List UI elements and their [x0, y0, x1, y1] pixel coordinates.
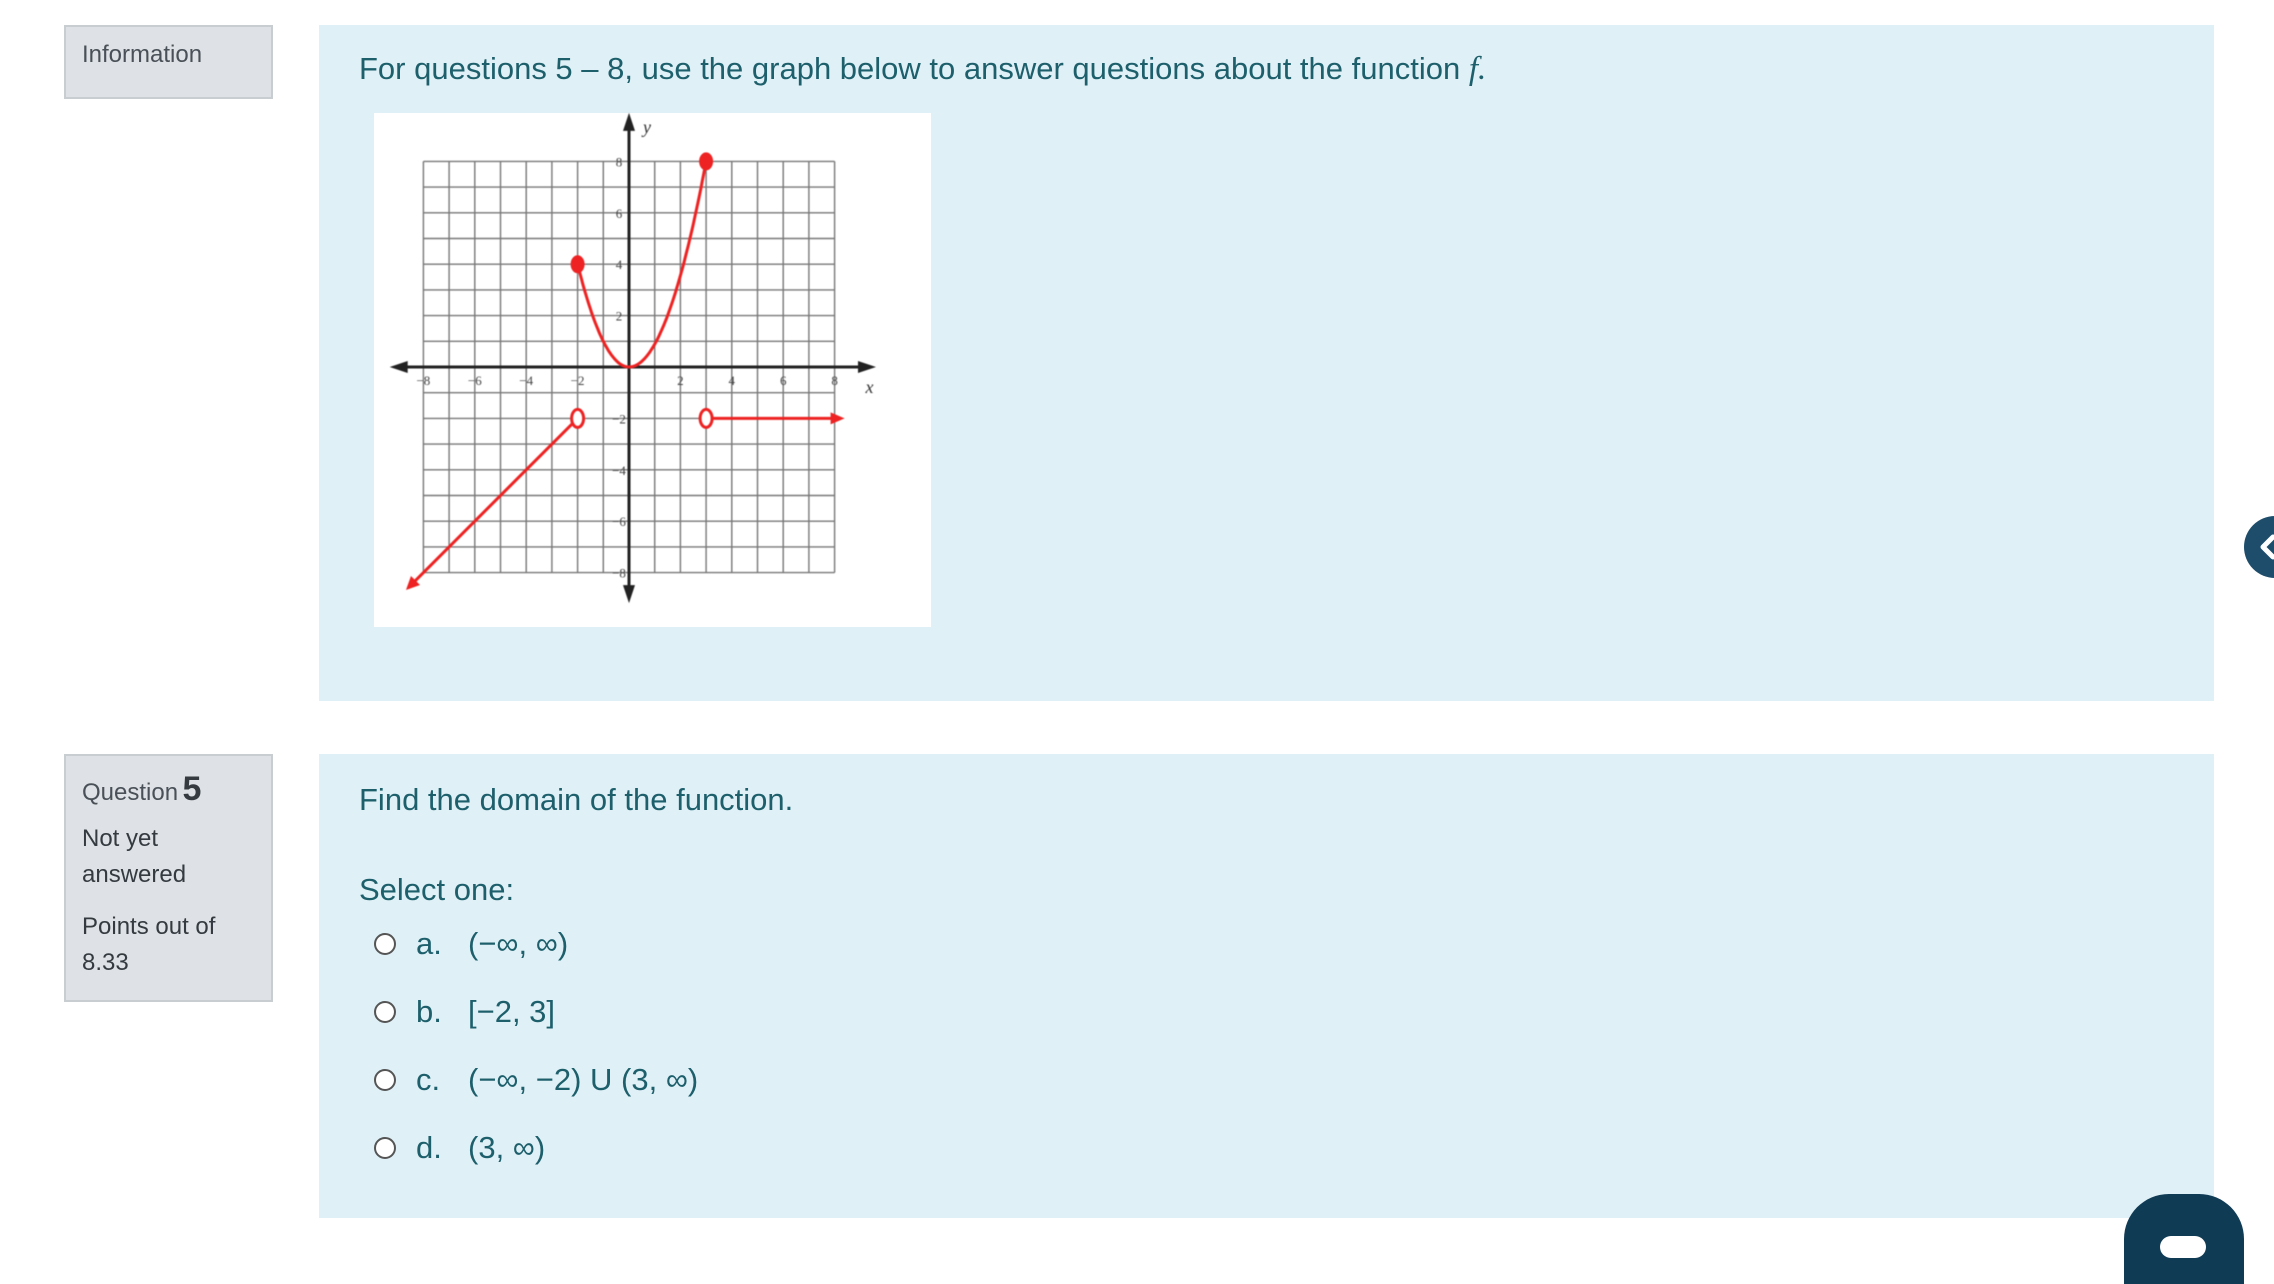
y-tick-label: 8 — [616, 154, 623, 169]
question-number: 5 — [182, 770, 202, 808]
select-one-prompt: Select one: — [359, 872, 515, 907]
option-a[interactable]: a. (−∞, ∞) — [374, 910, 698, 978]
option-b-radio[interactable] — [374, 1001, 396, 1023]
chevron-left-icon — [2260, 534, 2274, 560]
option-c-radio[interactable] — [374, 1069, 396, 1091]
option-c[interactable]: c. (−∞, −2) U (3, ∞) — [374, 1046, 698, 1114]
option-c-letter: c. — [416, 1062, 441, 1097]
chat-icon — [2160, 1236, 2206, 1258]
option-d-letter: d. — [416, 1130, 442, 1165]
option-d[interactable]: d. (3, ∞) — [374, 1114, 698, 1182]
x-tick-label: −4 — [519, 373, 533, 388]
x-tick-label: −2 — [571, 373, 585, 388]
question-state: Not yet answered — [82, 825, 187, 888]
function-arrow-right — [830, 412, 845, 425]
function-line-left — [406, 421, 575, 590]
drawer-toggle-button[interactable] — [2244, 516, 2274, 578]
question-label: Question — [82, 779, 179, 806]
x-tick-label: −8 — [416, 373, 430, 388]
option-b[interactable]: b. [−2, 3] — [374, 978, 698, 1046]
closed-point-left — [570, 255, 585, 274]
info-text-prefix: For questions 5 – 8, use the graph below… — [359, 51, 1469, 86]
open-point-right — [698, 407, 714, 429]
y-tick-label: −8 — [612, 566, 626, 581]
y-axis-arrow-up — [623, 113, 635, 131]
x-tick-label: −6 — [468, 373, 482, 388]
x-axis-arrow-right — [858, 361, 877, 373]
option-a-text[interactable]: (−∞, ∞) — [468, 926, 568, 962]
option-b-text[interactable]: [−2, 3] — [468, 994, 555, 1030]
question-text: Find the domain of the function. — [359, 782, 794, 817]
option-d-text[interactable]: (3, ∞) — [468, 1130, 545, 1166]
chat-button[interactable] — [2124, 1194, 2244, 1284]
y-tick-label: −4 — [612, 463, 626, 478]
x-tick-label: 8 — [831, 373, 838, 388]
question-panel: Find the domain of the function. Select … — [319, 754, 2214, 1218]
y-axis-label: y — [641, 117, 651, 137]
y-axis-arrow-down — [623, 585, 635, 604]
y-tick-label: 4 — [616, 257, 623, 272]
x-tick-label: 4 — [729, 373, 736, 388]
open-point-left — [570, 407, 586, 429]
closed-point-right — [699, 152, 714, 171]
x-tick-label: 2 — [677, 373, 684, 388]
y-tick-label: 2 — [616, 309, 623, 324]
option-b-letter: b. — [416, 994, 442, 1029]
question-grade: Points out of 8.33 — [82, 913, 216, 976]
function-name: f. — [1468, 51, 1487, 87]
option-d-radio[interactable] — [374, 1137, 396, 1159]
y-tick-label: 6 — [616, 206, 623, 221]
answer-options: a. (−∞, ∞) b. [−2, 3] c. (−∞, −2) U (3, … — [374, 910, 698, 1182]
question-info: Question 5 Not yet answered Points out o… — [64, 754, 273, 1002]
x-tick-label: 6 — [780, 373, 787, 388]
x-axis-arrow-left — [389, 361, 408, 373]
option-a-radio[interactable] — [374, 933, 396, 955]
option-a-letter: a. — [416, 926, 442, 961]
information-panel: For questions 5 – 8, use the graph below… — [319, 25, 2214, 701]
function-graph: x y −8 −6 −4 −2 2 4 6 8 8 6 4 2 −2 −4 −6 −8 — [374, 113, 931, 627]
x-axis-label: x — [864, 377, 873, 397]
y-tick-label: −6 — [612, 514, 626, 529]
graph-svg: x y −8 −6 −4 −2 2 4 6 8 8 6 4 2 −2 −4 −6 −8 — [389, 113, 877, 604]
information-label: Information — [82, 41, 203, 68]
information-block: Information — [64, 25, 273, 99]
info-text: For questions 5 – 8, use the graph below… — [359, 51, 1486, 88]
y-tick-label: −2 — [612, 411, 626, 426]
option-c-text[interactable]: (−∞, −2) U (3, ∞) — [468, 1062, 698, 1098]
